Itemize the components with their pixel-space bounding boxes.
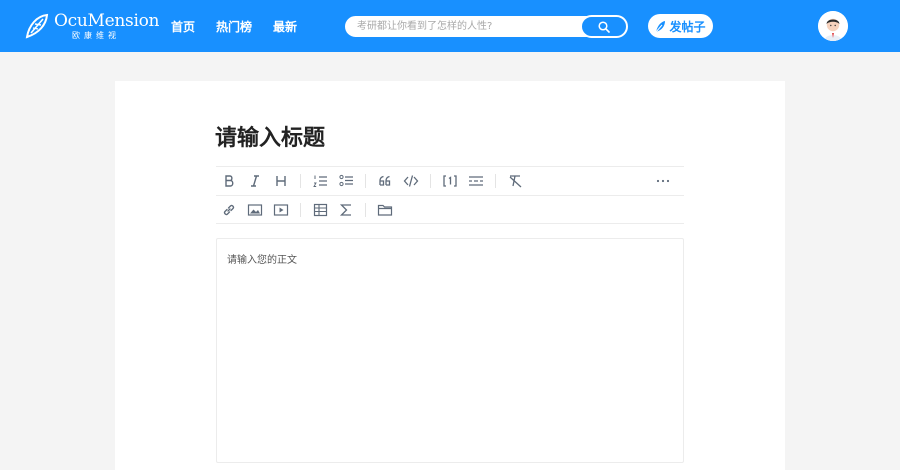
heading-icon [276, 176, 286, 186]
bullet-list-icon [338, 174, 353, 187]
heading-button[interactable] [268, 170, 294, 192]
main-nav: 首页 热门榜 最新 [171, 0, 318, 52]
video-icon [273, 203, 289, 216]
new-post-button[interactable]: 发帖子 [648, 14, 713, 38]
nav-hot-list[interactable]: 热门榜 [216, 18, 252, 35]
toolbar-divider [365, 174, 366, 188]
search-box [344, 15, 628, 38]
logo-leaf-icon [25, 13, 49, 39]
search-input[interactable] [357, 16, 577, 37]
ordered-list-button[interactable] [307, 170, 333, 192]
formula-button[interactable] [333, 199, 359, 221]
bold-button[interactable] [216, 170, 242, 192]
user-avatar[interactable] [818, 11, 848, 41]
footnote-button[interactable] [437, 170, 463, 192]
avatar-icon [818, 11, 848, 41]
horizontal-rule-button[interactable] [463, 170, 489, 192]
video-button[interactable] [268, 199, 294, 221]
body-placeholder[interactable]: 请输入您的正文 [227, 251, 667, 451]
bullet-list-button[interactable] [333, 170, 359, 192]
folder-icon [377, 204, 393, 216]
search-icon [598, 20, 610, 33]
image-icon [247, 203, 263, 216]
table-icon [313, 203, 327, 216]
toolbar-divider [430, 174, 431, 188]
more-icon [656, 179, 670, 183]
folder-button[interactable] [372, 199, 398, 221]
italic-button[interactable] [242, 170, 268, 192]
title-input[interactable] [215, 121, 683, 155]
quote-icon [379, 175, 391, 186]
logo-subtitle: 欧康维视 [72, 30, 120, 40]
italic-icon [251, 175, 259, 187]
toolbar-divider [300, 202, 301, 217]
link-icon [223, 204, 235, 215]
ordered-list-icon [312, 175, 327, 187]
toolbar-divider [300, 174, 301, 188]
editor-body-area[interactable]: 请输入您的正文 [216, 238, 684, 463]
toolbar-divider [365, 202, 366, 217]
clear-format-button[interactable] [502, 170, 528, 192]
image-button[interactable] [242, 199, 268, 221]
code-button[interactable] [398, 170, 424, 192]
more-options-button[interactable] [650, 170, 676, 192]
feather-icon [656, 20, 666, 32]
quote-button[interactable] [372, 170, 398, 192]
new-post-label: 发帖子 [669, 19, 706, 34]
search-button[interactable] [580, 15, 628, 38]
nav-home[interactable]: 首页 [171, 18, 195, 35]
clear-format-icon [509, 175, 521, 188]
editor-card: 请输入您的正文 [115, 81, 785, 470]
bold-icon [225, 175, 234, 187]
link-button[interactable] [216, 199, 242, 221]
code-icon [403, 175, 419, 187]
formula-icon [339, 203, 351, 216]
toolbar-divider [495, 174, 496, 188]
logo-name: OcuMension [54, 10, 160, 31]
horizontal-rule-icon [469, 176, 483, 186]
footnote-icon [443, 175, 457, 187]
editor-toolbar-row2 [216, 195, 684, 224]
top-header: OcuMension 欧康维视 首页 热门榜 最新 发帖子 [0, 0, 900, 52]
table-button[interactable] [307, 199, 333, 221]
editor-toolbar-row1 [216, 166, 684, 195]
logo[interactable]: OcuMension 欧康维视 [25, 11, 159, 41]
logo-text: OcuMension 欧康维视 [54, 10, 160, 40]
nav-latest[interactable]: 最新 [273, 18, 297, 35]
